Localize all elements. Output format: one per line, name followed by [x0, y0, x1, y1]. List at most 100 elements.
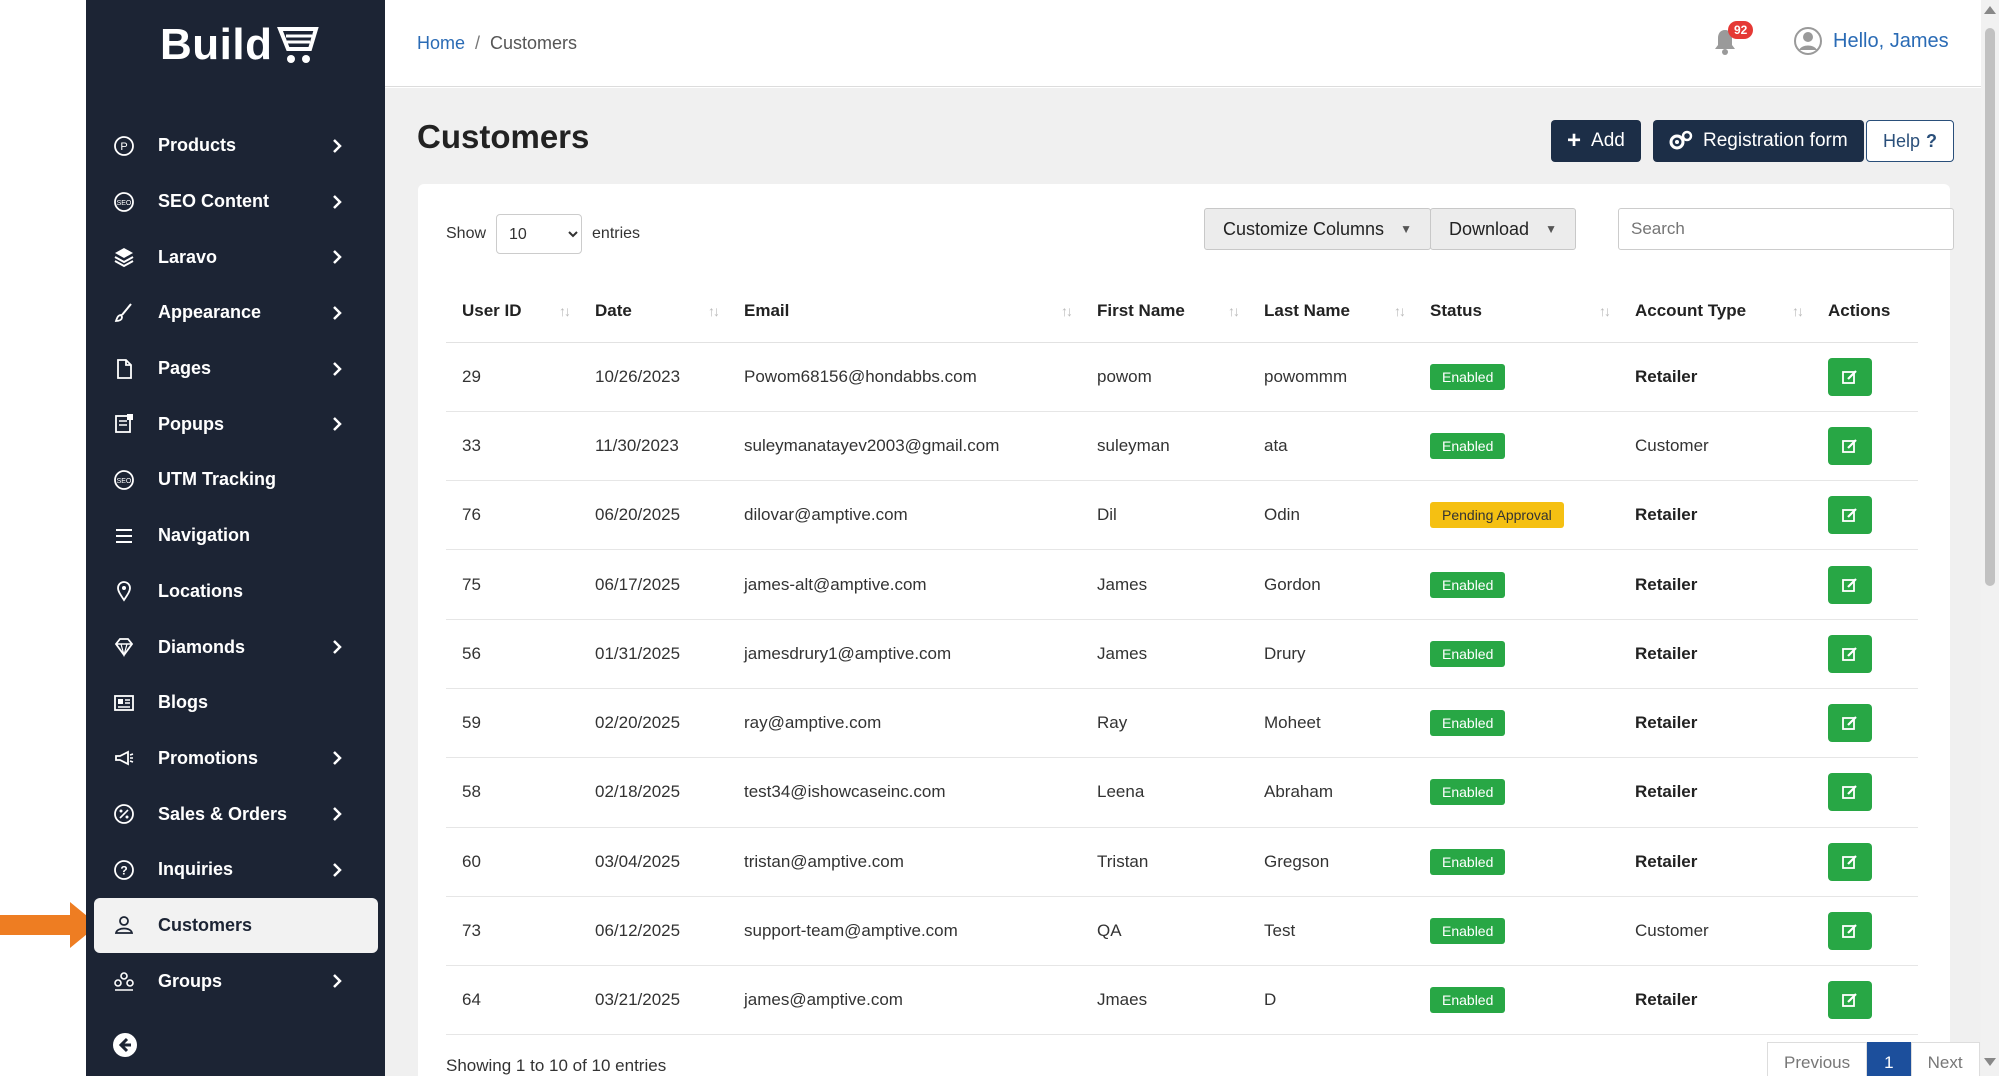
- chevron-right-icon: [333, 751, 342, 766]
- sidebar-item-sales-and-orders[interactable]: Sales & Orders: [86, 786, 385, 842]
- cell-first-name: Tristan: [1081, 827, 1248, 897]
- page-scrollbar[interactable]: [1981, 0, 1999, 1076]
- edit-button[interactable]: [1828, 357, 1872, 396]
- edit-button[interactable]: [1828, 981, 1872, 1020]
- scroll-thumb[interactable]: [1985, 28, 1995, 586]
- next-page-button[interactable]: Next: [1910, 1042, 1980, 1076]
- customize-columns-button[interactable]: Customize Columns ▼: [1204, 208, 1431, 250]
- sort-arrows-icon[interactable]: ↑↓: [1599, 303, 1611, 319]
- edit-button[interactable]: [1828, 565, 1872, 604]
- show-label: Show: [446, 225, 487, 242]
- cell-account-type: Retailer: [1619, 965, 1812, 1036]
- sidebar-item-label: Pages: [158, 358, 212, 379]
- layers-icon: [112, 245, 136, 269]
- sidebar-item-navigation[interactable]: Navigation: [86, 508, 385, 564]
- column-header-first-name[interactable]: First Name ↑↓: [1081, 280, 1248, 343]
- edit-button[interactable]: [1828, 496, 1872, 535]
- cell-email: james@amptive.com: [728, 965, 1081, 1036]
- sidebar-item-appearance[interactable]: Appearance: [86, 285, 385, 341]
- cell-actions: [1812, 896, 1918, 967]
- edit-icon: [1842, 993, 1857, 1008]
- search-input[interactable]: [1618, 208, 1954, 250]
- seo-icon: SEO: [112, 190, 136, 214]
- sidebar-item-promotions[interactable]: Promotions: [86, 731, 385, 787]
- page-size-select[interactable]: 10: [496, 214, 583, 254]
- cell-user-id: 58: [446, 757, 579, 828]
- breadcrumb-home-link[interactable]: Home: [417, 33, 465, 53]
- registration-form-button[interactable]: Registration form: [1653, 120, 1864, 162]
- sidebar-item-label: Blogs: [158, 692, 209, 713]
- column-header-date[interactable]: Date ↑↓: [579, 280, 728, 343]
- scroll-down-icon[interactable]: [1984, 1058, 1996, 1066]
- download-button[interactable]: Download ▼: [1430, 208, 1576, 250]
- sidebar-item-blogs[interactable]: Blogs: [86, 675, 385, 731]
- cell-date: 01/31/2025: [579, 619, 728, 689]
- sidebar-item-seo-content[interactable]: SEO SEO Content: [86, 174, 385, 230]
- chevron-right-icon: [333, 974, 342, 989]
- edit-button[interactable]: [1828, 704, 1872, 743]
- column-header-status[interactable]: Status ↑↓: [1414, 280, 1619, 343]
- sidebar-item-customers[interactable]: Customers: [94, 897, 378, 954]
- column-header-label: First Name: [1097, 300, 1185, 320]
- column-header-email[interactable]: Email ↑↓: [728, 280, 1081, 343]
- page-1-button[interactable]: 1: [1867, 1042, 1911, 1076]
- sort-arrows-icon[interactable]: ↑↓: [1228, 303, 1240, 319]
- cell-email: james-alt@amptive.com: [728, 549, 1081, 620]
- previous-page-button[interactable]: Previous: [1767, 1042, 1868, 1076]
- column-header-account-type[interactable]: Account Type ↑↓: [1619, 280, 1812, 343]
- brand-logo[interactable]: Build: [160, 20, 320, 70]
- help-button[interactable]: Help ?: [1866, 120, 1955, 162]
- sidebar-item-laravo[interactable]: Laravo: [86, 229, 385, 285]
- menu-icon: [112, 524, 136, 548]
- user-icon: [112, 913, 136, 937]
- edit-button[interactable]: [1828, 426, 1872, 465]
- edit-button[interactable]: [1828, 842, 1872, 881]
- sidebar-item-pages[interactable]: Pages: [86, 341, 385, 397]
- cell-date: 06/12/2025: [579, 896, 728, 967]
- user-menu[interactable]: Hello, James: [1793, 26, 1949, 56]
- sort-arrows-icon[interactable]: ↑↓: [559, 303, 571, 319]
- breadcrumb-separator: /: [475, 33, 481, 53]
- table-row: 60 03/04/2025 tristan@amptive.com Tristan Gr…: [446, 827, 1918, 897]
- cell-account-type: Customer: [1619, 896, 1812, 967]
- sidebar-item-groups[interactable]: Groups: [86, 953, 385, 1009]
- column-header-user-id[interactable]: User ID ↑↓: [446, 280, 579, 343]
- sort-arrows-icon[interactable]: ↑↓: [708, 303, 720, 319]
- table-row: 33 11/30/2023 suleymanatayev2003@gmail.com…: [446, 411, 1918, 482]
- gears-icon: [1669, 130, 1693, 150]
- sidebar-item-popups[interactable]: Popups: [86, 396, 385, 452]
- edit-button[interactable]: [1828, 912, 1872, 951]
- sidebar-item-locations[interactable]: Locations: [86, 564, 385, 620]
- add-button[interactable]: + Add: [1551, 120, 1641, 162]
- sidebar-item-inquiries[interactable]: ? Inquiries: [86, 842, 385, 898]
- product-circle-icon: P: [112, 134, 136, 158]
- edit-icon: [1842, 924, 1857, 938]
- popup-icon: [112, 412, 136, 436]
- sort-arrows-icon[interactable]: ↑↓: [1792, 303, 1804, 319]
- cell-actions: [1812, 688, 1918, 759]
- sidebar-item-products[interactable]: P Products: [86, 118, 385, 174]
- add-button-label: Add: [1591, 130, 1625, 151]
- collapse-sidebar-icon[interactable]: [112, 1032, 138, 1058]
- sidebar-item-diamonds[interactable]: Diamonds: [86, 619, 385, 675]
- column-header-label: Actions: [1828, 300, 1891, 320]
- column-header-actions[interactable]: Actions: [1812, 280, 1918, 343]
- edit-button[interactable]: [1828, 634, 1872, 673]
- scroll-up-icon[interactable]: [1984, 6, 1996, 14]
- column-header-last-name[interactable]: Last Name ↑↓: [1248, 280, 1414, 343]
- svg-text:SEO: SEO: [117, 200, 132, 207]
- edit-icon: [1842, 854, 1857, 869]
- megaphone-icon: [112, 746, 136, 770]
- sidebar-item-utm-tracking[interactable]: SEO UTM Tracking: [86, 452, 385, 508]
- status-badge: Pending Approval: [1430, 502, 1564, 529]
- cell-status: Enabled: [1414, 342, 1619, 412]
- edit-icon: [1842, 439, 1857, 453]
- cell-date: 03/21/2025: [579, 965, 728, 1036]
- sort-arrows-icon[interactable]: ↑↓: [1061, 303, 1073, 319]
- customers-table: User ID ↑↓ Date ↑↓ Email ↑↓ First Name ↑↓ Last N…: [446, 280, 1918, 1036]
- sort-arrows-icon[interactable]: ↑↓: [1394, 303, 1406, 319]
- edit-button[interactable]: [1828, 773, 1872, 812]
- entries-label: entries: [592, 225, 641, 242]
- cell-account-type: Retailer: [1619, 480, 1812, 551]
- cell-account-type: Retailer: [1619, 688, 1812, 759]
